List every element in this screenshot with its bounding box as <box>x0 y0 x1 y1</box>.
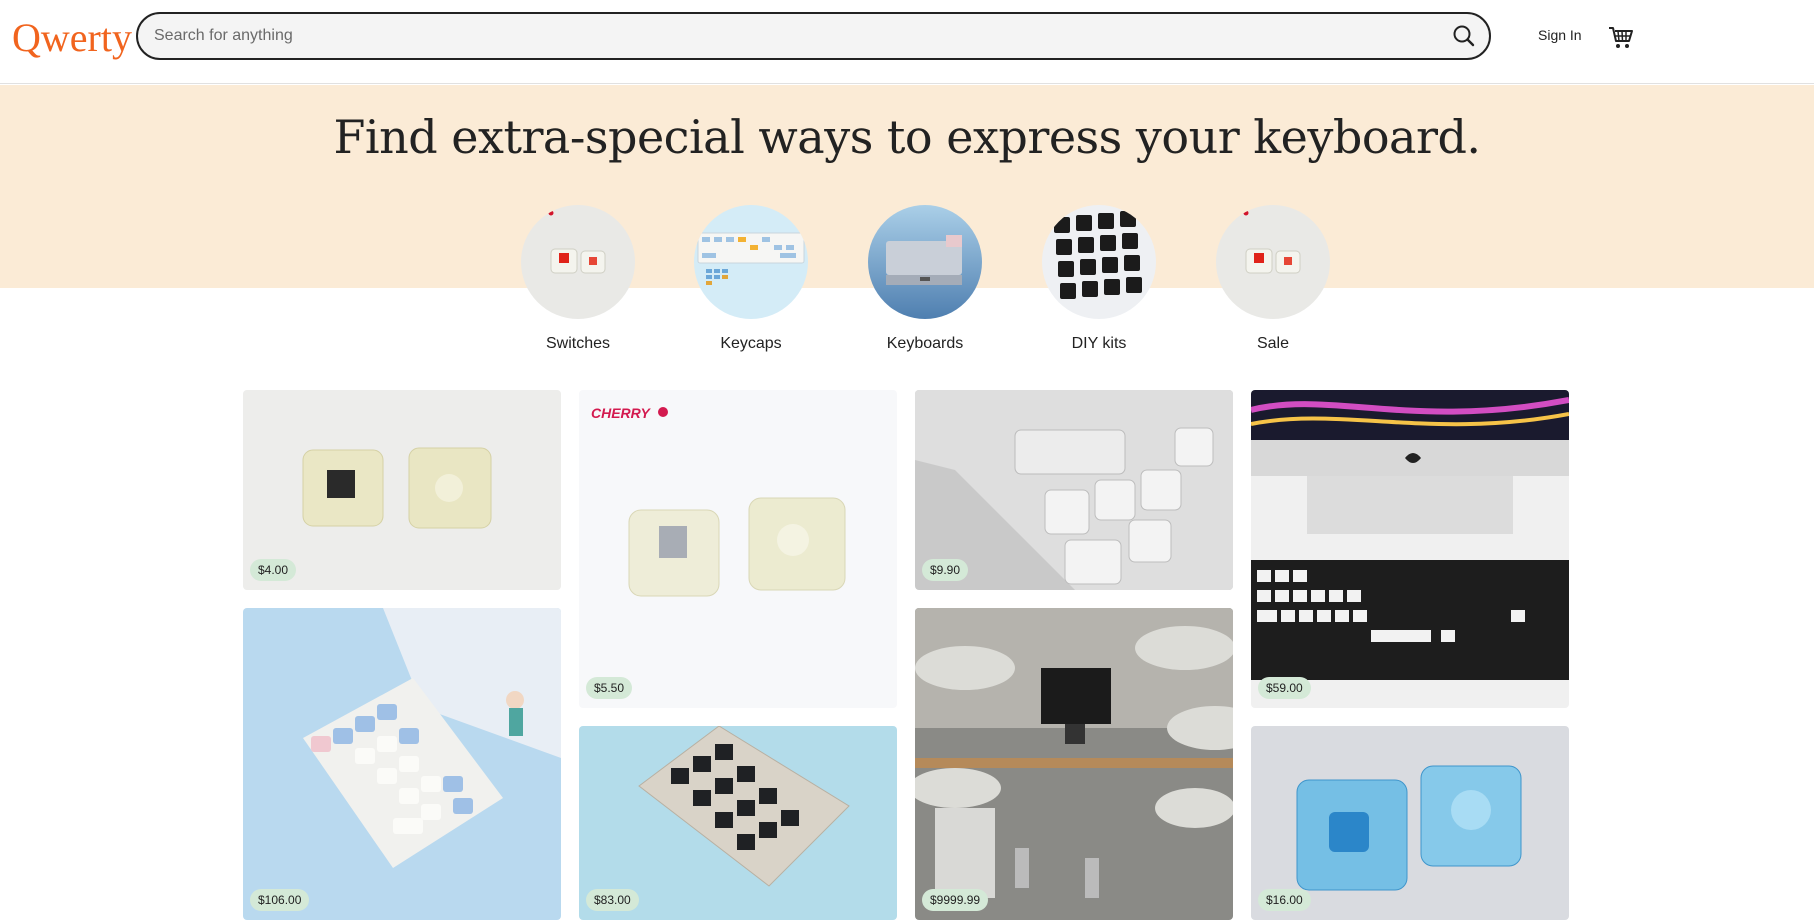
price-badge: $16.00 <box>1258 889 1311 911</box>
sign-in-link[interactable]: Sign In <box>1538 27 1582 43</box>
category-keycaps[interactable]: Keycaps <box>694 205 808 353</box>
category-image <box>868 205 982 319</box>
product-image <box>243 608 561 920</box>
category-label: DIY kits <box>1071 335 1127 352</box>
search-bar <box>136 12 1491 60</box>
category-label: Keycaps <box>720 335 782 352</box>
price-badge: $4.00 <box>250 559 297 581</box>
hero-title: Find extra-special ways to express your … <box>333 110 1481 164</box>
cart-icon <box>1609 27 1633 48</box>
product-image: CHERRY <box>579 390 897 708</box>
product-card[interactable]: $106.00 <box>243 608 561 920</box>
product-card[interactable]: $9.90 <box>915 390 1233 590</box>
category-image <box>694 205 808 319</box>
category-label: Switches <box>545 335 611 352</box>
category-sale[interactable]: Sale <box>1216 205 1330 353</box>
category-label: Keyboards <box>886 335 964 352</box>
product-card[interactable]: $4.00 <box>243 390 561 590</box>
category-image <box>1216 205 1330 319</box>
category-label: Sale <box>1256 335 1290 352</box>
search-icon <box>1453 25 1475 47</box>
price-badge: $9999.99 <box>922 889 989 911</box>
cart-button[interactable] <box>1607 23 1635 51</box>
product-image <box>1251 390 1569 708</box>
price-badge: $9.90 <box>922 559 969 581</box>
category-switches[interactable]: Switches <box>521 205 635 353</box>
category-image <box>521 205 635 319</box>
product-card[interactable]: $16.00 <box>1251 726 1569 920</box>
product-image <box>915 608 1233 920</box>
product-card[interactable]: $59.00 <box>1251 390 1569 708</box>
category-diy-kits[interactable]: DIY kits <box>1042 205 1156 353</box>
product-card[interactable]: $9999.99 <box>915 608 1233 920</box>
search-button[interactable] <box>1451 23 1477 49</box>
product-card[interactable]: CHERRY $5.50 <box>579 390 897 708</box>
category-image <box>1042 205 1156 319</box>
site-logo[interactable]: Qwerty <box>12 14 132 61</box>
price-badge: $106.00 <box>250 889 310 911</box>
price-badge: $5.50 <box>586 677 633 699</box>
cherry-logo-text: CHERRY <box>591 405 652 421</box>
site-header: Qwerty Sign In <box>0 0 1814 84</box>
category-keyboards[interactable]: Keyboards <box>868 205 982 353</box>
price-badge: $83.00 <box>586 889 639 911</box>
search-input[interactable] <box>154 14 1414 58</box>
product-card[interactable]: $83.00 <box>579 726 897 920</box>
price-badge: $59.00 <box>1258 677 1311 699</box>
